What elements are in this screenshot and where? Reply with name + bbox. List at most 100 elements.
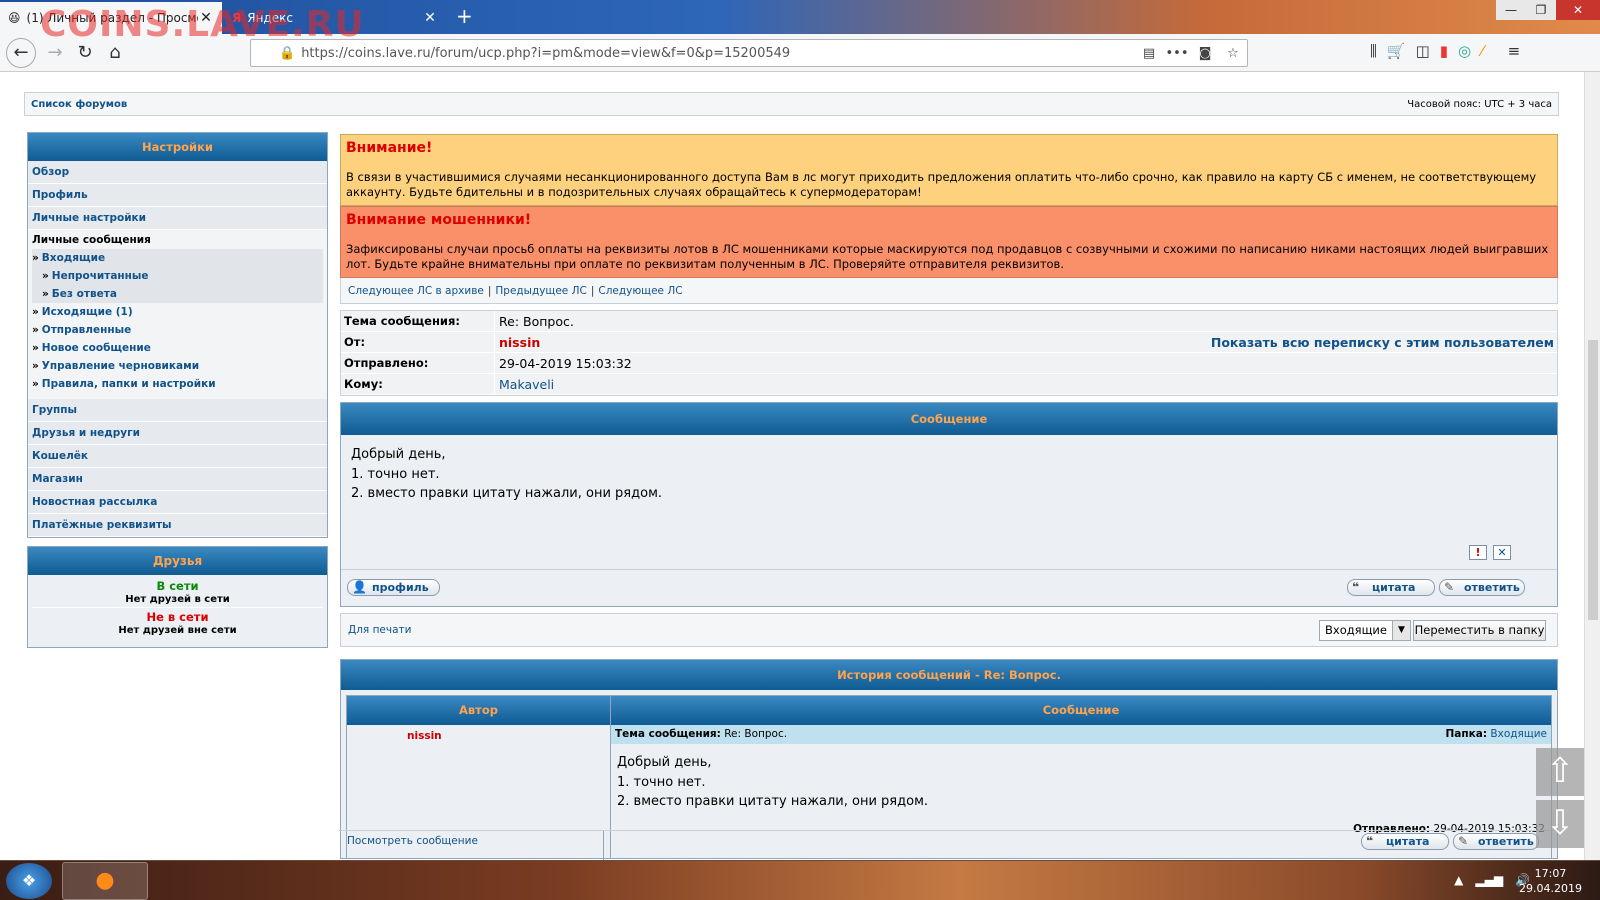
sidebar-item-wallet[interactable]: Кошелёк [28,445,327,468]
tray-expand-icon[interactable]: ▲ [1454,873,1463,887]
reload-button[interactable]: ↻ [72,40,98,66]
sidebar-item-label[interactable]: Друзья и недруги [32,427,140,439]
sidebar-item-label[interactable]: Отправленные [42,324,131,336]
scroll-down-arrow-icon[interactable]: ⇩ [1536,800,1584,848]
more-actions-icon[interactable]: ••• [1163,46,1191,61]
sidebar-item-label[interactable]: Входящие [42,252,105,264]
sidebar-item-label[interactable]: Новостная рассылка [32,496,157,508]
sidebar-item-profile[interactable]: Профиль [28,184,327,207]
sidebar-item-shop[interactable]: Магазин [28,468,327,491]
forums-list-link[interactable]: Список форумов [31,99,127,110]
sidebar-item-overview[interactable]: Обзор [28,161,327,184]
sidebar-item-unread[interactable]: » Непрочитанные [32,267,323,285]
next-pm-link[interactable]: Следующее ЛС [598,285,682,297]
previous-pm-link[interactable]: Предыдущее ЛС [495,285,586,297]
sidebar-item-label[interactable]: Кошелёк [32,450,88,462]
move-to-folder-button[interactable]: Переместить в папку [1413,620,1546,641]
page-scrollbar[interactable] [1584,72,1600,860]
sidebar-item-inbox[interactable]: » Входящие [32,249,323,267]
next-in-archive-link[interactable]: Следующее ЛС в архиве [348,285,484,297]
sidebar-item-rules[interactable]: » Правила, папки и настройки [32,375,327,393]
history-reply-button[interactable]: ✎ ответить [1453,833,1539,850]
network-icon[interactable]: ▂▄▆ [1475,873,1503,887]
show-conversation-link[interactable]: Показать всю переписку с этим пользовате… [1211,332,1557,352]
sidebar-item-label[interactable]: Новое сообщение [42,342,151,354]
history-quote-button[interactable]: ❝ цитата [1361,833,1449,850]
message-line: 2. вместо правки цитату нажали, они рядо… [617,794,929,809]
user-icon: 👤 [352,580,367,594]
sidebar-item-personal-settings[interactable]: Личные настройки [28,207,327,230]
sidebar-item-drafts[interactable]: » Управление черновиками [32,357,327,375]
sidebar-item-newsletter[interactable]: Новостная рассылка [28,491,327,514]
sidebar-item-label[interactable]: Без ответа [52,288,117,300]
sidebar-item-unanswered[interactable]: » Без ответа [32,285,323,303]
bookmark-flag-icon[interactable]: ▮ [1440,42,1448,60]
sidebar-item-sent[interactable]: » Отправленные [32,321,327,339]
chevron-down-icon[interactable]: ▼ [1392,621,1410,640]
sidebar-item-outbox[interactable]: » Исходящие (1) [32,303,327,321]
sidebar-item-label[interactable]: Непрочитанные [52,270,149,282]
sent-label: Отправлено: [341,353,495,373]
view-message-link[interactable]: Посмотреть сообщение [347,835,478,847]
from-row: От: nissin Показать всю переписку с этим… [341,332,1557,353]
from-user-link[interactable]: nissin [495,332,1211,352]
button-label: ответить [1464,581,1520,594]
sidebar-item-label[interactable]: Правила, папки и настройки [42,378,216,390]
pm-caption: Личные сообщения [32,234,151,246]
reply-button[interactable]: ✎ ответить [1439,579,1525,596]
pocket-icon[interactable]: ◙ [1191,46,1219,61]
print-link[interactable]: Для печати [348,624,411,636]
new-tab-button[interactable]: + [456,6,473,26]
sidebar-item-friends-foes[interactable]: Друзья и недруги [28,422,327,445]
sidebar-item-label[interactable]: Обзор [32,166,69,178]
quote-button[interactable]: ❝ цитата [1347,579,1435,596]
sidebar-item-label[interactable]: Управление черновиками [42,360,199,372]
home-icon[interactable]: ⌂ [102,40,128,66]
message-line: Добрый день, [351,447,446,462]
close-tab-icon[interactable]: ✕ [198,10,214,26]
bookmark-star-icon[interactable]: ☆ [1219,46,1247,61]
folder-select[interactable]: Входящие ▼ [1319,620,1411,641]
tab-yandex[interactable]: Я Яндекс ✕ [224,2,446,34]
button-label: профиль [372,581,429,594]
author-link[interactable]: nissin [347,725,610,742]
clock[interactable]: 17:07 29.04.2019 [1519,866,1582,896]
library-icon[interactable]: ⫼ [1370,42,1377,60]
forward-button[interactable]: → [42,40,68,66]
warning-title: Внимание мошенники! [346,212,532,228]
sidebar-item-payment-details[interactable]: Платёжные реквизиты [28,514,327,537]
history-subject-label: Тема сообщения: [615,728,721,740]
sidebar-item-label[interactable]: Магазин [32,473,83,485]
sidebar-item-compose[interactable]: » Новое сообщение [32,339,327,357]
minimize-button[interactable]: — [1496,0,1526,20]
cart-icon[interactable]: 🛒 [1387,42,1406,60]
sidebar-icon[interactable]: ◫ [1416,42,1430,60]
sidebar-item-label[interactable]: Группы [32,404,77,416]
sidebar-item-label[interactable]: Платёжные реквизиты [32,519,172,531]
extension-icon[interactable]: ◎ [1458,42,1471,60]
start-button[interactable]: ❖ [6,863,52,899]
profile-button[interactable]: 👤 профиль [347,579,440,596]
sidebar-item-label[interactable]: Личные настройки [32,212,146,224]
menu-icon[interactable]: ≡ [1508,42,1521,60]
reader-view-icon[interactable]: ▤ [1135,46,1163,61]
sidebar-item-label[interactable]: Профиль [32,189,88,201]
to-user-link[interactable]: Makaveli [495,374,1557,394]
yandex-extension-icon[interactable]: ⁄ [1481,42,1484,60]
firefox-taskbar-icon[interactable]: ● [62,862,148,900]
sidebar-item-groups[interactable]: Группы [28,399,327,422]
restore-button[interactable]: ❐ [1526,0,1556,20]
url-text[interactable]: https://coins.lave.ru/forum/ucp.php?i=pm… [301,46,1135,61]
history-folder-link[interactable]: Входящие [1490,728,1547,740]
address-bar[interactable]: 🔒 https://coins.lave.ru/forum/ucp.php?i=… [250,39,1248,67]
pm-navigation: Следующее ЛС в архиве | Предыдущее ЛС | След… [340,278,1558,304]
close-window-button[interactable]: ✕ [1556,0,1600,20]
scroll-up-arrow-icon[interactable]: ⇧ [1536,748,1584,796]
back-button[interactable]: ← [6,38,36,68]
report-icon[interactable]: ! [1469,545,1487,560]
scrollbar-thumb[interactable] [1588,340,1598,620]
sidebar-item-label[interactable]: Исходящие (1) [42,306,133,318]
delete-icon[interactable]: ✕ [1493,545,1511,560]
close-tab-icon[interactable]: ✕ [422,10,438,26]
tab-personal-section[interactable]: 😆 (1) Личный раздел - Просмотр ✕ [0,2,222,34]
